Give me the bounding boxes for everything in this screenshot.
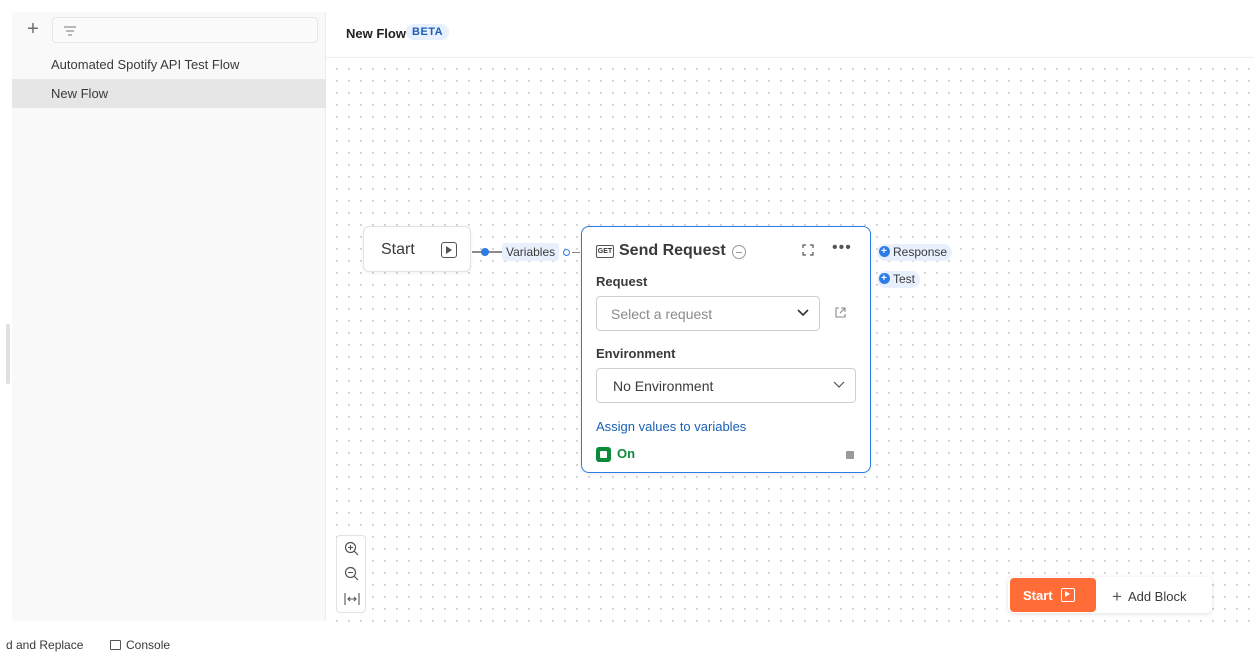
variables-chip[interactable]: Variables	[502, 243, 560, 261]
sidebar-resize-handle[interactable]	[6, 324, 10, 384]
block-title: Send Request	[619, 242, 726, 259]
toggle-on-icon[interactable]	[596, 447, 611, 462]
console-button[interactable]: Console	[110, 638, 170, 652]
connector-handle[interactable]	[481, 248, 489, 256]
test-label: Test	[893, 272, 916, 286]
collapse-icon[interactable]	[732, 245, 746, 259]
filter-icon	[64, 26, 76, 36]
more-options-icon[interactable]: •••	[832, 239, 852, 257]
environment-label: Environment	[596, 346, 676, 361]
bottom-toolbar: Start + Add Block	[1008, 577, 1212, 613]
zoom-controls	[336, 535, 366, 613]
plus-icon: +	[1112, 587, 1122, 606]
status-label: On	[617, 446, 636, 461]
find-replace-button[interactable]: d and Replace	[6, 638, 83, 652]
stop-icon[interactable]	[846, 451, 854, 459]
chevron-down-icon	[797, 309, 809, 317]
expand-icon[interactable]	[802, 244, 814, 256]
play-icon	[1061, 588, 1075, 602]
flow-canvas[interactable]: Start Variables GET Send Request ••• Req…	[327, 59, 1253, 622]
request-label: Request	[596, 274, 648, 289]
open-external-icon[interactable]	[834, 306, 847, 319]
request-select[interactable]: Select a request	[596, 296, 820, 331]
environment-value: No Environment	[613, 378, 714, 394]
start-button-label: Start	[1023, 588, 1053, 603]
flow-header: New Flow BETA	[326, 12, 1254, 58]
add-block-button[interactable]: + Add Block	[1112, 587, 1186, 607]
assign-variables-link[interactable]: Assign values to variables	[596, 419, 746, 434]
filter-input[interactable]	[52, 17, 318, 43]
zoom-in-icon[interactable]	[343, 540, 361, 558]
start-run-button[interactable]: Start	[1010, 578, 1096, 612]
fit-view-icon[interactable]	[343, 590, 361, 608]
chevron-down-icon	[833, 381, 845, 388]
response-output[interactable]: Response	[877, 243, 953, 261]
sidebar: + Automated Spotify API Test Flow New Fl…	[12, 12, 326, 621]
sidebar-item-new-flow[interactable]: New Flow	[12, 79, 326, 108]
request-placeholder: Select a request	[611, 306, 713, 322]
get-method-icon: GET	[596, 245, 614, 258]
add-circle-icon	[879, 243, 890, 260]
sidebar-toolbar: +	[12, 15, 326, 45]
test-output[interactable]: Test	[877, 270, 921, 288]
send-request-block[interactable]: GET Send Request ••• Request Select a re…	[581, 226, 871, 473]
status-bar: d and Replace Console	[0, 636, 1254, 653]
zoom-out-icon[interactable]	[343, 565, 361, 583]
console-icon	[110, 640, 121, 650]
add-flow-button[interactable]: +	[24, 19, 42, 39]
add-block-label: Add Block	[1127, 589, 1187, 604]
page-title[interactable]: New Flow	[346, 26, 406, 41]
variables-port[interactable]	[563, 249, 570, 256]
response-label: Response	[893, 245, 948, 259]
start-node-label: Start	[381, 241, 415, 258]
connector-line-end	[572, 252, 580, 253]
play-icon[interactable]	[441, 242, 457, 258]
console-label: Console	[126, 638, 171, 652]
beta-badge: BETA	[406, 24, 450, 40]
start-node[interactable]: Start	[363, 226, 471, 272]
environment-select[interactable]: No Environment	[596, 368, 856, 403]
add-circle-icon	[879, 270, 890, 287]
sidebar-item-automated-spotify[interactable]: Automated Spotify API Test Flow	[12, 50, 326, 79]
